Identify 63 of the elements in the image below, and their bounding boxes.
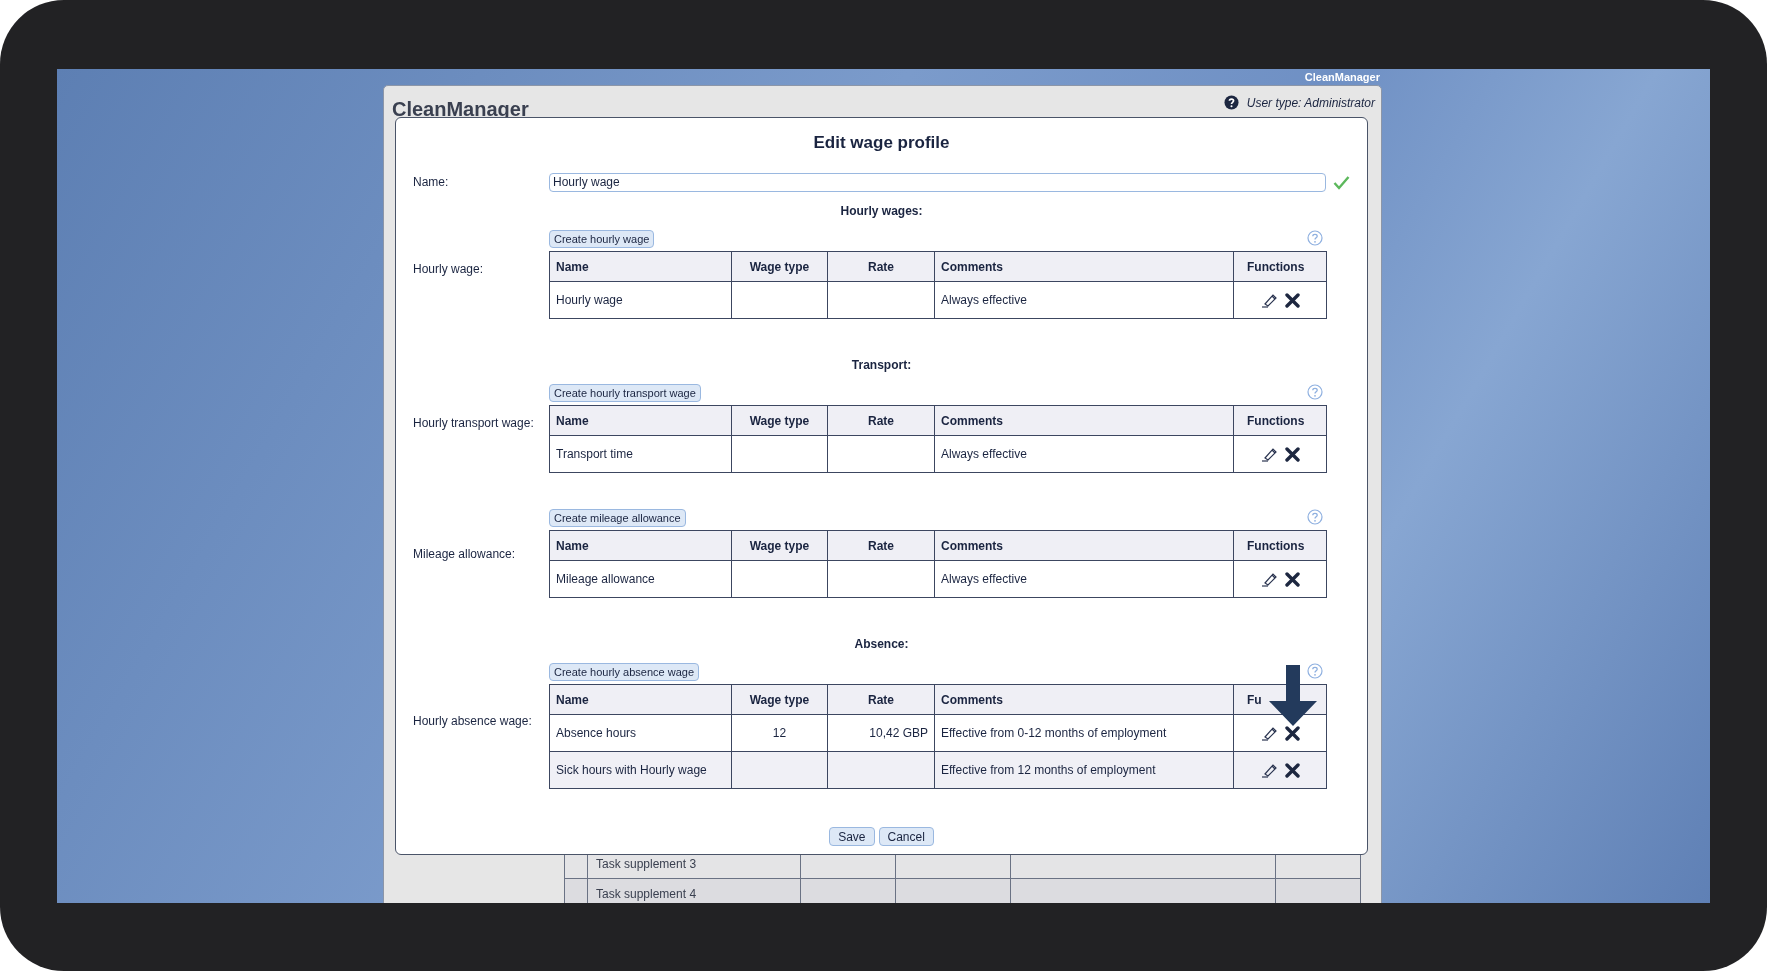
dialog-button[interactable]: Save <box>829 827 875 846</box>
table-cell: Always effective <box>934 435 1234 473</box>
field-label: Hourly transport wage: <box>413 416 535 430</box>
help-icon[interactable] <box>1223 95 1239 110</box>
column-header: Comments <box>934 684 1234 715</box>
table-cell: Always effective <box>934 560 1234 598</box>
column-header: Functions <box>1233 251 1327 282</box>
pencil-icon[interactable] <box>1260 571 1279 587</box>
column-header: Rate <box>827 405 935 436</box>
pencil-icon[interactable] <box>1260 292 1279 308</box>
column-header: Functions <box>1233 405 1327 436</box>
user-type: User type: Administrator <box>1246 95 1375 110</box>
table-cell: Sick hours with Hourly wage <box>549 751 732 789</box>
app-title: CleanManager <box>392 98 529 121</box>
create-button[interactable]: Create hourly wage <box>549 230 655 248</box>
column-header: Name <box>549 405 732 436</box>
pencil-icon[interactable] <box>1260 725 1279 741</box>
pencil-icon[interactable] <box>1260 446 1279 462</box>
table-cell: 10,42 GBP <box>827 714 935 752</box>
column-header: Wage type <box>731 251 828 282</box>
pencil-icon[interactable] <box>1260 762 1279 778</box>
column-header: Rate <box>827 684 935 715</box>
table-cell: Mileage allowance <box>549 560 732 598</box>
column-header: Comments <box>934 405 1234 436</box>
field-label: Hourly absence wage: <box>413 713 533 728</box>
table-cell: Absence hours <box>549 714 732 752</box>
delete-icon[interactable] <box>1284 446 1300 462</box>
column-header: Functions <box>1233 530 1327 561</box>
column-header: Comments <box>934 530 1234 561</box>
table-cell: Task supplement 4 <box>587 878 801 903</box>
delete-icon[interactable] <box>1284 292 1300 308</box>
field-label: Hourly wage: <box>413 262 485 276</box>
column-header: Name <box>549 251 732 282</box>
create-button[interactable]: Create hourly absence wage <box>549 663 700 681</box>
table-cell: Always effective <box>934 281 1234 319</box>
column-header: Name <box>549 684 732 715</box>
table-cell: 12 <box>731 714 828 752</box>
section-heading: Absence: <box>853 636 910 652</box>
table-cell: Effective from 12 months of employment <box>934 751 1234 789</box>
dialog-button[interactable]: Cancel <box>878 827 934 846</box>
app-name: CleanManager <box>1304 71 1380 83</box>
column-header: Rate <box>827 530 935 561</box>
section-heading: Hourly wages: <box>839 203 924 219</box>
dialog-title: Edit wage profile <box>812 132 951 154</box>
table-cell: Hourly wage <box>549 281 732 319</box>
delete-icon[interactable] <box>1284 725 1300 741</box>
field-label: Mileage allowance: <box>413 546 517 561</box>
field-label: Name: <box>413 175 450 189</box>
column-header: Wage type <box>731 530 828 561</box>
table-cell: Transport time <box>549 435 732 473</box>
column-header: Name <box>549 530 732 561</box>
column-header: Rate <box>827 251 935 282</box>
column-header: Wage type <box>731 405 828 436</box>
section-heading: Transport: <box>850 357 913 373</box>
column-header: Wage type <box>731 684 828 715</box>
create-button[interactable]: Create mileage allowance <box>549 509 686 527</box>
delete-icon[interactable] <box>1284 571 1300 587</box>
name-field[interactable]: Hourly wage <box>549 172 1326 192</box>
column-header: Comments <box>934 251 1234 282</box>
create-button[interactable]: Create hourly transport wage <box>549 384 701 402</box>
table-cell: Effective from 0-12 months of employment <box>934 714 1234 752</box>
pointer-arrow <box>1267 665 1319 727</box>
delete-icon[interactable] <box>1284 762 1300 778</box>
